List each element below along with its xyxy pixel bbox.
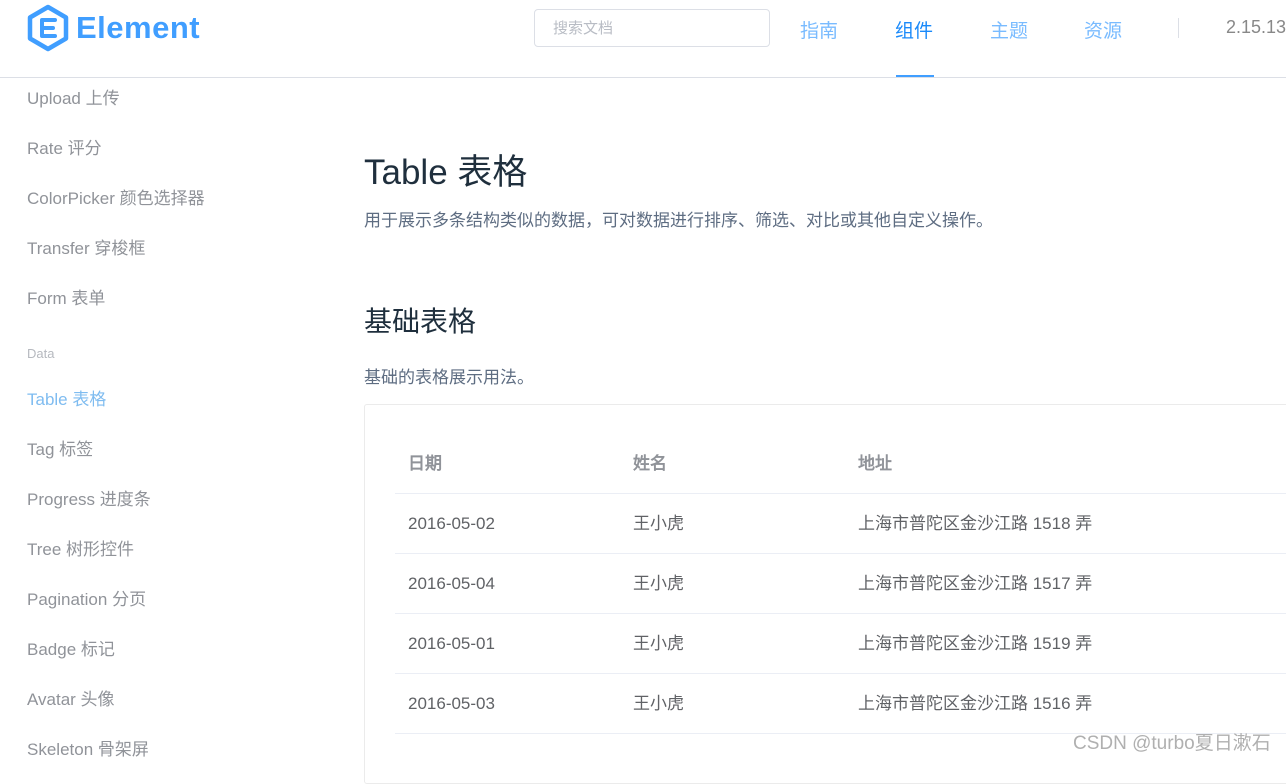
table-row: 2016-05-04 王小虎 上海市普陀区金沙江路 1517 弄 bbox=[395, 554, 1286, 614]
element-logo[interactable]: Element bbox=[26, 4, 200, 52]
cell-date: 2016-05-03 bbox=[408, 694, 495, 713]
cell-name: 王小虎 bbox=[633, 634, 684, 653]
cell-address: 上海市普陀区金沙江路 1516 弄 bbox=[858, 694, 1093, 713]
nav-guide[interactable]: 指南 bbox=[800, 16, 838, 43]
nav-theme[interactable]: 主题 bbox=[990, 16, 1028, 43]
sidebar-item-transfer[interactable]: Transfer 穿梭框 bbox=[27, 234, 145, 259]
version-selector[interactable]: 2.15.13 bbox=[1226, 17, 1286, 38]
top-header: Element 指南 组件 主题 资源 2.15.13 bbox=[0, 0, 1286, 78]
search-input[interactable] bbox=[534, 9, 770, 47]
cell-date: 2016-05-02 bbox=[408, 514, 495, 533]
sidebar-item-skeleton[interactable]: Skeleton 骨架屏 bbox=[27, 735, 149, 760]
sidebar-item-rate[interactable]: Rate 评分 bbox=[27, 134, 102, 159]
sidebar-item-tree[interactable]: Tree 树形控件 bbox=[27, 535, 134, 560]
element-hexagon-icon bbox=[27, 4, 69, 52]
page-description: 用于展示多条结构类似的数据，可对数据进行排序、筛选、对比或其他自定义操作。 bbox=[364, 211, 993, 230]
page-title: Table 表格 bbox=[364, 153, 528, 192]
cell-address: 上海市普陀区金沙江路 1517 弄 bbox=[858, 574, 1093, 593]
section-description: 基础的表格展示用法。 bbox=[364, 368, 534, 387]
cell-name: 王小虎 bbox=[633, 574, 684, 593]
sidebar-item-avatar[interactable]: Avatar 头像 bbox=[27, 685, 115, 710]
sidebar-group-data: Data bbox=[27, 346, 55, 361]
nav-component[interactable]: 组件 bbox=[895, 16, 933, 43]
csdn-watermark: CSDN @turbo夏日漱石 bbox=[1073, 733, 1271, 754]
sidebar-item-upload[interactable]: Upload 上传 bbox=[27, 84, 120, 109]
nav-resource[interactable]: 资源 bbox=[1084, 16, 1122, 43]
logo-text: Element bbox=[76, 10, 201, 45]
sidebar-item-tag[interactable]: Tag 标签 bbox=[27, 435, 93, 460]
basic-table: 日期 姓名 地址 2016-05-02 王小虎 上海市普陀区金沙江路 1518 … bbox=[395, 434, 1286, 734]
sidebar-item-progress[interactable]: Progress 进度条 bbox=[27, 485, 151, 510]
table-row: 2016-05-01 王小虎 上海市普陀区金沙江路 1519 弄 bbox=[395, 614, 1286, 674]
header-cell-name: 姓名 bbox=[633, 454, 667, 473]
table-row: 2016-05-03 王小虎 上海市普陀区金沙江路 1516 弄 bbox=[395, 674, 1286, 734]
sidebar-item-form[interactable]: Form 表单 bbox=[27, 284, 105, 309]
table-header-row: 日期 姓名 地址 bbox=[395, 434, 1286, 494]
nav-active-underline bbox=[896, 75, 934, 77]
section-title: 基础表格 bbox=[364, 306, 477, 337]
sidebar-item-table[interactable]: Table 表格 bbox=[27, 385, 106, 410]
cell-date: 2016-05-01 bbox=[408, 634, 495, 653]
header-cell-date: 日期 bbox=[408, 454, 442, 473]
cell-address: 上海市普陀区金沙江路 1519 弄 bbox=[858, 634, 1093, 653]
sidebar-item-pagination[interactable]: Pagination 分页 bbox=[27, 585, 146, 610]
sidebar-item-badge[interactable]: Badge 标记 bbox=[27, 635, 115, 660]
sidebar-item-colorpicker[interactable]: ColorPicker 颜色选择器 bbox=[27, 184, 205, 209]
nav-divider bbox=[1178, 18, 1179, 38]
cell-address: 上海市普陀区金沙江路 1518 弄 bbox=[858, 514, 1093, 533]
cell-name: 王小虎 bbox=[633, 514, 684, 533]
cell-name: 王小虎 bbox=[633, 694, 684, 713]
table-row: 2016-05-02 王小虎 上海市普陀区金沙江路 1518 弄 bbox=[395, 494, 1286, 554]
cell-date: 2016-05-04 bbox=[408, 574, 495, 593]
header-cell-address: 地址 bbox=[858, 454, 892, 473]
